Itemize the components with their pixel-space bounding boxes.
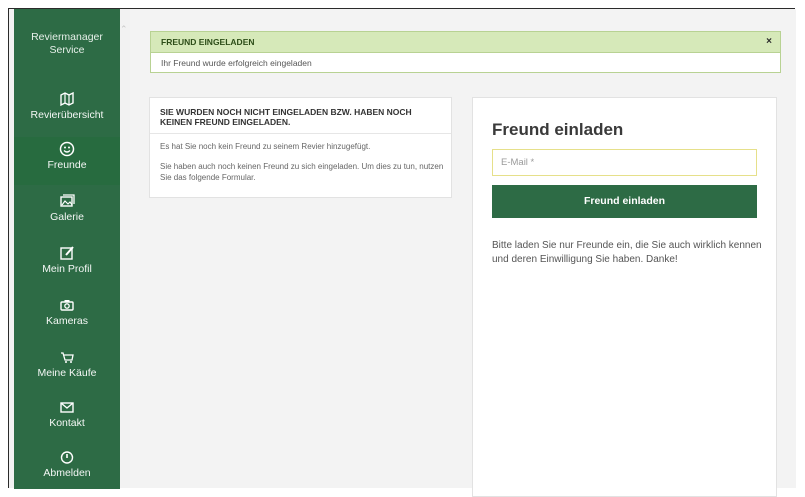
sidebar-item-label: Mein Profil	[42, 263, 92, 275]
sidebar-item-kontakt[interactable]: Kontakt	[14, 395, 120, 443]
alert-title: FREUND EINGELADEN	[161, 37, 255, 47]
sidebar-item-label: Freunde	[47, 159, 87, 171]
camera-icon	[60, 300, 74, 311]
alert-body: Ihr Freund wurde erfolgreich eingeladen	[150, 53, 781, 73]
scroll-up-icon[interactable]: ⌃	[120, 24, 130, 34]
sidebar-item-mein-profil[interactable]: Mein Profil	[14, 241, 120, 289]
info-card-text-1: Es hat Sie noch kein Freund zu seinem Re…	[160, 142, 371, 151]
success-alert: FREUND EINGELADEN ×	[150, 31, 781, 53]
sidebar-item-label: Kontakt	[49, 417, 85, 429]
brand-line-1: Reviermanager	[31, 31, 103, 43]
invite-friend-button[interactable]: Freund einladen	[492, 185, 757, 218]
sidebar-item-meine-kaeufe[interactable]: Meine Käufe	[14, 345, 120, 393]
invite-card-title: Freund einladen	[492, 120, 624, 139]
brand-line-2: Service	[49, 44, 85, 56]
email-field[interactable]	[492, 149, 757, 176]
info-card-text-2: Sie haben auch noch keinen Freund zu sic…	[160, 162, 444, 182]
sidebar-item-revieruebersicht[interactable]: Revierübersicht	[14, 87, 120, 135]
main-content: FREUND EINGELADEN × Ihr Freund wurde erf…	[130, 9, 796, 497]
smiley-icon	[59, 141, 75, 157]
info-card: SIE WURDEN NOCH NICHT EINGELADEN BZW. HA…	[149, 97, 452, 198]
power-icon	[60, 451, 74, 464]
invite-note: Bitte laden Sie nur Freunde ein, die Sie…	[492, 240, 762, 265]
sidebar-item-label: Revierübersicht	[30, 109, 104, 121]
sidebar-item-kameras[interactable]: Kameras	[14, 293, 120, 341]
edit-icon	[60, 246, 74, 260]
gallery-icon	[60, 194, 75, 207]
invite-card: Freund einladen Freund einladen Bitte la…	[472, 97, 777, 497]
sidebar-item-label: Meine Käufe	[37, 367, 97, 379]
sidebar-item-label: Galerie	[50, 211, 84, 223]
sidebar-item-label: Kameras	[45, 315, 88, 327]
sidebar-item-abmelden[interactable]: Abmelden	[14, 445, 120, 493]
sidebar-item-freunde[interactable]: Freunde	[14, 137, 120, 185]
cart-icon	[61, 352, 74, 363]
sidebar-item-galerie[interactable]: Galerie	[14, 189, 120, 237]
brand[interactable]: Reviermanager Service	[14, 9, 120, 57]
info-card-heading: SIE WURDEN NOCH NICHT EINGELADEN BZW. HA…	[150, 98, 451, 134]
sidebar: Reviermanager Service Revierübersicht Fr…	[14, 9, 120, 489]
alert-message: Ihr Freund wurde erfolgreich eingeladen	[161, 58, 312, 68]
map-icon	[60, 91, 74, 107]
alert-close-button[interactable]: ×	[766, 36, 772, 47]
sidebar-item-label: Abmelden	[43, 467, 91, 479]
mail-icon	[60, 402, 74, 413]
